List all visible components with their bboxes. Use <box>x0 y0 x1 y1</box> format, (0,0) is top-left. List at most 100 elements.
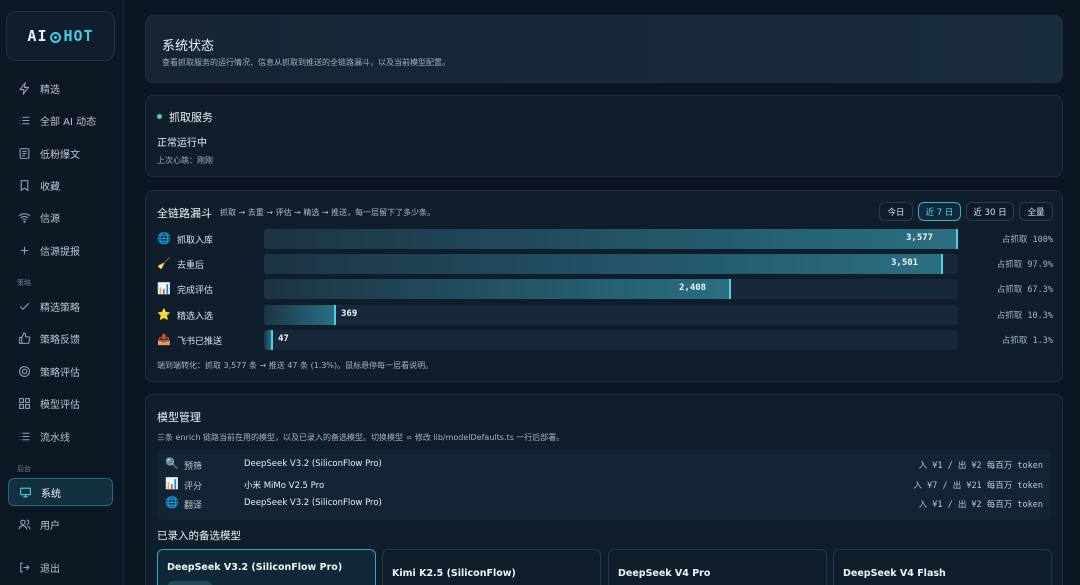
star-icon: ⭐ <box>157 307 171 321</box>
sidebar-item-feedback[interactable]: 策略反馈 <box>8 324 113 352</box>
sidebar-item-sources[interactable]: 信源 <box>8 203 113 231</box>
model-name: 小米 MiMo V2.5 Pro <box>244 481 325 491</box>
sidebar-item-label: 信源提报 <box>40 246 80 258</box>
funnel-title: 全链路漏斗 <box>157 207 212 220</box>
sidebar-item-label: 系统 <box>41 488 61 500</box>
funnel-label: 精选入选 <box>177 311 214 322</box>
sidebar-item-strategy[interactable]: 精选策略 <box>8 292 113 320</box>
service-status-card: 抓取服务 正常运行中 上次心跳：刚刚 <box>145 95 1063 177</box>
page-header: 系统状态 查看抓取服务的运行情况、信息从抓取到推送的全链路漏斗，以及当前模型配置… <box>145 15 1063 83</box>
service-status: 正常运行中 <box>157 138 207 149</box>
alt-model-card[interactable]: DeepSeek V3.2 (SiliconFlow Pro) <box>157 549 376 585</box>
sidebar-item-label: 信源 <box>40 213 60 225</box>
funnel-track <box>264 229 958 249</box>
monitor-icon <box>18 485 32 499</box>
funnel-percent: 占抓取 10.3% <box>996 310 1053 321</box>
model-row-prefilter: 🔍 预筛 DeepSeek V3.2 (SiliconFlow Pro) 入 ¥… <box>157 455 1051 475</box>
model-role: 翻译 <box>184 501 203 511</box>
thumbs-up-icon <box>17 331 31 345</box>
service-heartbeat: 上次心跳：刚刚 <box>157 156 213 165</box>
funnel-track <box>264 254 958 275</box>
range-all-button[interactable]: 全量 <box>1019 202 1053 221</box>
globe-icon: 🌐 <box>157 232 171 245</box>
plus-icon <box>17 243 31 257</box>
range-30d-button[interactable]: 近 30 日 <box>966 202 1014 221</box>
funnel-percent: 占抓取 67.3% <box>996 285 1053 296</box>
sidebar-item-label: 低粉爆文 <box>40 149 80 161</box>
sidebar-item-label: 精选 <box>40 84 60 96</box>
funnel-label: 抓取入库 <box>177 236 214 246</box>
funnel-bar <box>264 279 731 300</box>
chart-icon: 📊 <box>157 282 171 296</box>
active-badge <box>167 581 213 585</box>
model-role: 评分 <box>184 482 203 492</box>
funnel-row-dedup[interactable]: 🧹 去重后 3,501 占抓取 97.9% <box>157 254 1053 275</box>
logout-button[interactable]: 退出 <box>8 553 113 581</box>
grid-icon <box>17 396 31 410</box>
sidebar-item-label: 流水线 <box>40 432 70 444</box>
logo-dot-icon <box>50 31 62 43</box>
funnel-label: 飞书已推送 <box>177 336 223 347</box>
alt-model-name: Kimi K2.5 (SiliconFlow) <box>392 568 516 579</box>
logo-text-left: AI <box>27 27 48 45</box>
funnel-note: 端到端转化：抓取 3,577 条 → 推送 47 条 (1.3%)。鼠标悬停每一… <box>157 361 434 370</box>
sidebar-item-strategy-eval[interactable]: 策略评估 <box>8 357 113 385</box>
funnel-row-ingest[interactable]: 🌐 抓取入库 3,577 占抓取 100% <box>157 229 1053 249</box>
funnel-bar <box>264 304 336 325</box>
status-dot-icon <box>157 114 162 119</box>
alt-model-name: DeepSeek V4 Flash <box>843 568 946 579</box>
logo-text-right: HOT <box>63 27 94 45</box>
sidebar-item-all-ai[interactable]: 全部 AI 动态 <box>8 106 113 134</box>
funnel-percent: 占抓取 97.9% <box>996 260 1053 271</box>
alt-model-card[interactable]: Kimi K2.5 (SiliconFlow) <box>382 549 601 585</box>
service-name: 抓取服务 <box>169 111 213 124</box>
send-icon: 📤 <box>157 332 171 346</box>
funnel-track <box>264 279 958 300</box>
sidebar-item-label: 精选策略 <box>40 302 80 314</box>
model-price: 入 ¥1 / 出 ¥2 每百万 token <box>918 500 1043 510</box>
broom-icon: 🧹 <box>157 257 171 271</box>
funnel-track <box>264 304 958 325</box>
alt-models-title: 已录入的备选模型 <box>157 530 241 542</box>
funnel-row-selected[interactable]: ⭐ 精选入选 369 占抓取 10.3% <box>157 304 1053 325</box>
range-7d-button[interactable]: 近 7 日 <box>918 202 961 221</box>
funnel-value: 3,501 <box>891 258 919 269</box>
sidebar-item-model-eval[interactable]: 模型评估 <box>8 389 113 417</box>
alt-model-card[interactable]: DeepSeek V4 Pro <box>608 549 827 585</box>
nav-group-admin: 后台 <box>17 465 31 473</box>
funnel-bar <box>264 329 273 350</box>
funnel-row-pushed[interactable]: 📤 飞书已推送 47 占抓取 1.3% <box>157 329 1053 350</box>
alt-model-card[interactable]: DeepSeek V4 Flash <box>833 549 1052 585</box>
zap-icon <box>17 81 31 95</box>
sidebar-item-submit-source[interactable]: 信源提报 <box>8 236 113 264</box>
funnel-percent: 占抓取 100% <box>1001 235 1053 245</box>
sidebar-item-viral[interactable]: 低粉爆文 <box>8 139 113 167</box>
search-icon: 🔍 <box>165 457 179 470</box>
wifi-icon <box>17 210 31 224</box>
range-today-button[interactable]: 今日 <box>879 202 913 221</box>
model-row-scoring: 📊 评分 小米 MiMo V2.5 Pro 入 ¥7 / 出 ¥21 每百万 t… <box>157 475 1051 495</box>
model-price: 入 ¥1 / 出 ¥2 每百万 token <box>918 461 1043 471</box>
funnel-value: 369 <box>341 308 358 319</box>
sidebar-item-pipeline[interactable]: 流水线 <box>8 422 113 450</box>
funnel-row-evaluated[interactable]: 📊 完成评估 2,408 占抓取 67.3% <box>157 279 1053 300</box>
app-logo[interactable]: AI HOT <box>6 11 115 61</box>
check-icon <box>17 299 31 313</box>
list-icon <box>17 429 31 443</box>
sidebar: AI HOT 精选 全部 AI 动态 低粉爆文 收藏 信源 信源提报 策略 精选… <box>0 0 124 585</box>
funnel-desc: 抓取 → 去重 → 评估 → 精选 → 推送，每一层留下了多少条。 <box>220 208 436 217</box>
globe-icon: 🌐 <box>165 496 179 509</box>
funnel-label: 完成评估 <box>177 286 214 297</box>
sidebar-item-favorites[interactable]: 收藏 <box>8 171 113 199</box>
article-icon <box>17 146 31 160</box>
sidebar-item-label: 全部 AI 动态 <box>40 116 97 128</box>
sidebar-item-featured[interactable]: 精选 <box>8 74 113 102</box>
sidebar-item-system[interactable]: 系统 <box>8 478 113 506</box>
sidebar-item-users[interactable]: 用户 <box>8 510 113 538</box>
funnel-value: 47 <box>278 333 289 344</box>
logout-icon <box>17 560 31 574</box>
model-row-translate: 🌐 翻译 DeepSeek V3.2 (SiliconFlow Pro) 入 ¥… <box>157 494 1051 514</box>
users-icon <box>17 517 31 531</box>
target-icon <box>17 364 31 378</box>
sidebar-item-label: 收藏 <box>40 181 60 193</box>
